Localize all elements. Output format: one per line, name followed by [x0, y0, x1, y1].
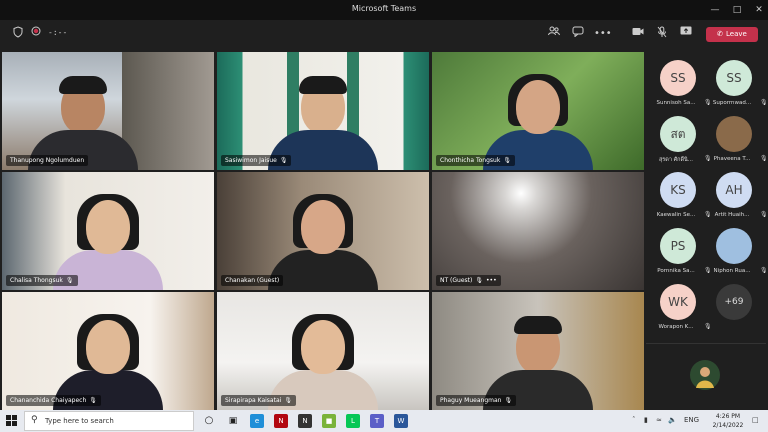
windows-taskbar: ⚲ Type here to search ○ ▣ e N N ■ L T W … [0, 410, 768, 432]
cortana-icon[interactable]: ○ [202, 414, 216, 428]
video-tile[interactable]: Thanupong Ngolumduen [2, 52, 214, 170]
search-placeholder: Type here to search [45, 417, 114, 425]
participant-avatar[interactable]: SS [716, 60, 752, 96]
window-title: Microsoft Teams [351, 4, 417, 13]
more-options-icon[interactable]: ••• [594, 26, 612, 42]
leave-label: Leave [726, 30, 747, 38]
tray-chevron-icon[interactable]: ˆ [632, 416, 636, 424]
participant-name: Worapon K... [658, 324, 694, 330]
video-tile[interactable]: Chananchida Chaiyapech 🎙 [2, 292, 214, 410]
self-view-avatar[interactable] [690, 360, 720, 390]
participant-name: Phaguy Mueangman 🎙 [436, 395, 517, 406]
participant-name: Thanupong Ngolumduen [6, 155, 89, 166]
video-tile[interactable]: Chanakan (Guest) [217, 172, 429, 290]
wifi-icon[interactable]: ≈ [656, 416, 662, 424]
mic-muted-icon: 🎙 [279, 157, 288, 164]
title-bar: Microsoft Teams — □ ✕ [0, 0, 768, 20]
netflix-icon[interactable]: N [274, 414, 288, 428]
video-tile[interactable]: NT (Guest) 🎙 ••• [432, 172, 644, 290]
app-icon[interactable]: N [298, 414, 312, 428]
line-icon[interactable]: L [346, 414, 360, 428]
phone-icon: ✆ [717, 30, 724, 38]
participant-name: Sunnisoh Sa... [656, 100, 696, 106]
mic-muted-icon: 🎙 [760, 155, 768, 162]
video-tile[interactable]: Sirapirapa Kaisatai 🎙 [217, 292, 429, 410]
more-participants-button[interactable]: +69 [716, 284, 752, 320]
participant-avatar[interactable]: AH [716, 172, 752, 208]
mic-muted-icon[interactable] [654, 26, 670, 42]
shield-icon[interactable] [10, 26, 26, 42]
participant-name: Suporrnwad... [712, 100, 752, 106]
mic-muted-icon: 🎙 [284, 397, 292, 404]
mic-muted-icon: 🎙 [704, 323, 712, 330]
share-screen-icon[interactable] [678, 26, 694, 42]
participant-name: Sasiwimon Jaisue 🎙 [221, 155, 292, 166]
notification-icon[interactable]: □ [752, 416, 759, 424]
clock-date: 2/14/2022 [712, 422, 744, 429]
taskbar-clock[interactable]: 4:26 PM 2/14/2022 [708, 412, 748, 430]
participant-name: NT (Guest) 🎙 ••• [436, 275, 501, 286]
participant-name: Kaewalin Se... [656, 212, 696, 218]
video-tile[interactable]: Chalisa Thongsuk 🎙 [2, 172, 214, 290]
participant-avatar[interactable]: PS [660, 228, 696, 264]
more-options-icon[interactable]: ••• [486, 277, 497, 284]
mic-muted-icon: 🎙 [65, 277, 74, 284]
battery-icon[interactable]: ▮ [644, 416, 648, 424]
close-icon[interactable]: ✕ [748, 2, 768, 18]
mic-muted-icon: 🎙 [760, 211, 768, 218]
search-icon: ⚲ [31, 415, 38, 425]
volume-icon[interactable]: 🔈 [668, 416, 677, 424]
mic-muted-icon: 🎙 [475, 277, 483, 284]
participant-name: Niphon Rua... [713, 268, 751, 274]
edge-icon[interactable]: e [250, 414, 264, 428]
participant-avatar[interactable] [716, 116, 752, 152]
app-icon[interactable]: ■ [322, 414, 336, 428]
teams-icon[interactable]: T [370, 414, 384, 428]
participant-avatar[interactable] [716, 228, 752, 264]
participant-name: Chananchida Chaiyapech 🎙 [6, 395, 101, 406]
mic-muted-icon: 🎙 [503, 157, 511, 164]
video-tile[interactable]: Phaguy Mueangman 🎙 [432, 292, 644, 410]
participant-name: Phaveena T... [713, 156, 751, 162]
participant-avatar[interactable]: WK [660, 284, 696, 320]
chat-icon[interactable] [570, 26, 586, 42]
participant-name: Chanakan (Guest) [221, 275, 284, 286]
recording-icon [28, 26, 44, 42]
roster-divider [646, 343, 766, 344]
minimize-icon[interactable]: — [704, 2, 726, 18]
participant-name: Artit Huaih... [714, 212, 750, 218]
meeting-toolbar: -:-- ••• [0, 20, 768, 48]
word-icon[interactable]: W [394, 414, 408, 428]
participant-roster: SS Sunnisoh Sa... 🎙 SS Suporrnwad... 🎙 สตสุรดา… [646, 52, 768, 408]
language-indicator[interactable]: ENG [684, 416, 699, 424]
participant-name: สุรดา ศักดิ์นิ... [658, 157, 694, 163]
participant-avatar[interactable]: KS [660, 172, 696, 208]
participant-name: Pornnika Sa... [657, 268, 695, 274]
leave-button[interactable]: ✆ Leave [706, 27, 758, 42]
participant-name: Sirapirapa Kaisatai 🎙 [221, 395, 296, 406]
participant-name: Chalisa Thongsuk 🎙 [6, 275, 78, 286]
taskbar-search[interactable]: ⚲ Type here to search [24, 411, 194, 431]
camera-icon[interactable] [630, 26, 646, 42]
mic-muted-icon: 🎙 [504, 397, 513, 404]
participant-avatar[interactable]: SS [660, 60, 696, 96]
video-tile[interactable]: Chonthicha Tongsuk 🎙 [432, 52, 644, 170]
teams-window: Microsoft Teams — □ ✕ -:-- ••• ✆ Leave T… [0, 0, 768, 432]
meeting-timer: -:-- [48, 28, 68, 37]
mic-muted-icon: 🎙 [760, 267, 768, 274]
mic-muted-icon: 🎙 [89, 397, 97, 404]
mic-muted-icon: 🎙 [760, 99, 768, 106]
video-tile[interactable]: Sasiwimon Jaisue 🎙 [217, 52, 429, 170]
participants-icon[interactable] [546, 26, 562, 42]
maximize-icon[interactable]: □ [726, 2, 748, 18]
clock-time: 4:26 PM [715, 413, 741, 420]
participant-avatar[interactable]: สต [660, 116, 696, 152]
participant-name: Chonthicha Tongsuk 🎙 [436, 155, 515, 166]
windows-start-icon[interactable] [6, 415, 18, 427]
task-view-icon[interactable]: ▣ [226, 414, 240, 428]
